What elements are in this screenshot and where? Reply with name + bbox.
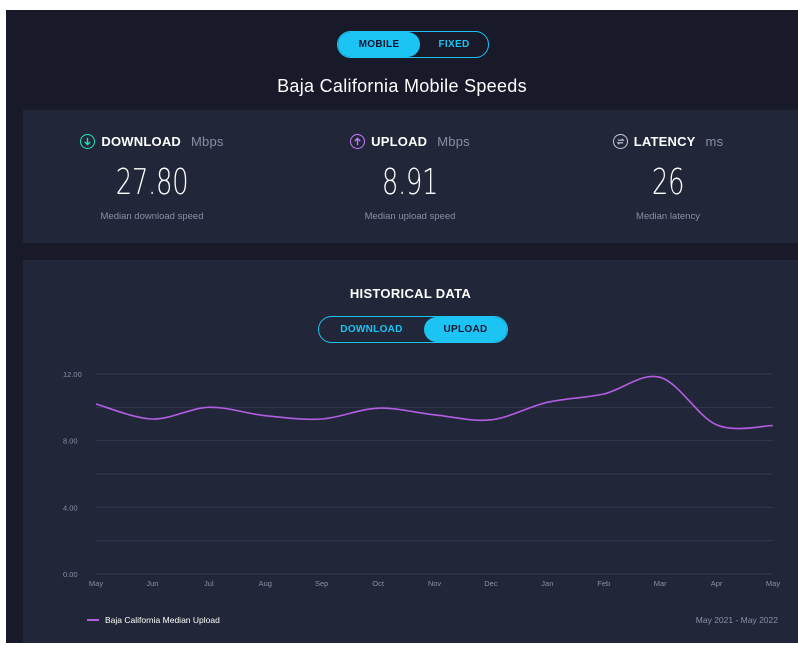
latency-unit: ms: [705, 134, 724, 149]
x-tick-label: Aug: [259, 579, 272, 588]
legend-label: Baja California Median Upload: [105, 615, 220, 625]
x-tick-label: May: [89, 579, 103, 588]
latency-metric: LATENCY ms 26 Median latency: [539, 110, 797, 243]
x-tick-label: Jan: [541, 579, 553, 588]
x-tick-label: Oct: [372, 579, 385, 588]
x-tick-label: Sep: [315, 579, 328, 588]
x-tick-label: May: [766, 579, 780, 588]
upload-series-line: [95, 375, 774, 430]
download-metric: DOWNLOAD Mbps 27.80 Median download speed: [23, 110, 281, 243]
toggle-mobile[interactable]: MOBILE: [338, 32, 420, 57]
speed-report-app: MOBILE FIXED Baja California Mobile Spee…: [6, 10, 798, 643]
download-label: DOWNLOAD: [101, 134, 181, 149]
upload-value: 8.91: [381, 162, 439, 203]
latency-icon: [612, 134, 628, 149]
latency-label: LATENCY: [633, 134, 696, 149]
upload-history-chart: 12.00 8.00 4.00 0.00 May Jun Jul Aug Sep Oct Nov De…: [63, 370, 780, 588]
y-tick-label: 8.00: [63, 437, 78, 446]
upload-label: UPLOAD: [371, 134, 428, 149]
page-title: Baja California Mobile Speeds: [277, 76, 527, 96]
upload-unit: Mbps: [437, 134, 470, 149]
y-tick-label: 0.00: [63, 570, 78, 579]
x-tick-label: Nov: [428, 579, 442, 588]
download-unit: Mbps: [191, 134, 224, 149]
x-tick-label: Mar: [654, 579, 667, 588]
download-caption: Median download speed: [100, 211, 204, 222]
toggle-fixed[interactable]: FIXED: [420, 32, 488, 57]
date-range: May 2021 - May 2022: [695, 615, 778, 625]
x-tick-label: Dec: [484, 579, 498, 588]
download-arrow-icon: [80, 134, 96, 149]
x-tick-label: Feb: [597, 579, 610, 588]
historical-card: HISTORICAL DATA DOWNLOAD UPLOAD 12.00 8.0…: [23, 260, 798, 643]
legend-swatch: [87, 619, 99, 621]
download-value: 27.80: [115, 162, 189, 203]
x-tick-label: Jul: [204, 579, 214, 588]
connection-type-toggle[interactable]: MOBILE FIXED: [337, 31, 489, 58]
latency-caption: Median latency: [636, 211, 700, 222]
metrics-card: DOWNLOAD Mbps 27.80 Median download speed…: [23, 110, 798, 243]
y-tick-label: 4.00: [63, 503, 78, 512]
chart-legend: Baja California Median Upload: [87, 615, 220, 625]
x-tick-label: Apr: [711, 579, 723, 588]
upload-metric: UPLOAD Mbps 8.91 Median upload speed: [281, 110, 539, 243]
latency-value: 26: [651, 162, 685, 203]
y-tick-label: 12.00: [63, 370, 82, 379]
x-tick-label: Jun: [146, 579, 158, 588]
upload-arrow-icon: [350, 134, 366, 149]
upload-caption: Median upload speed: [364, 211, 456, 222]
